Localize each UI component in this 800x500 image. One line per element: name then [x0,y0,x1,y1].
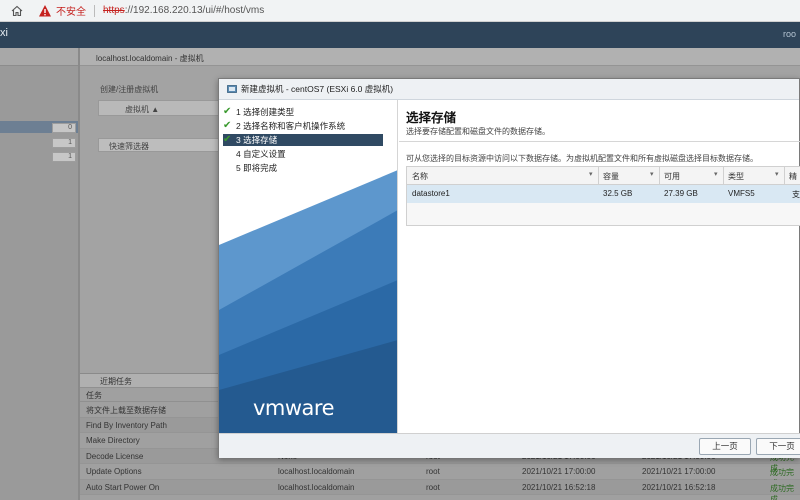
nav-count-badge: 0 [52,123,76,133]
column-type[interactable]: 类型 [728,171,744,182]
sort-chevron-icon[interactable]: ▾ [589,170,593,178]
wizard-step[interactable]: ✔ 1 选择创建类型 [223,106,383,118]
check-icon: ✔ [223,120,232,131]
datastore-type: VMFS5 [728,189,755,198]
column-divider [598,167,599,185]
wizard-step-label: 4 自定义设置 [236,149,286,159]
task-name: Make Directory [86,436,140,445]
task-start-time: 2021/10/21 17:00:00 [642,467,716,476]
wizard-step-label: 2 选择名称和客户机操作系统 [236,121,346,131]
nav-count-badge: 1 [52,152,76,162]
sort-chevron-icon[interactable]: ▾ [775,170,779,178]
column-thin[interactable]: 精 [789,171,797,182]
wizard-content: 选择存储 选择要存储配置和磁盘文件的数据存储。 可从您选择的目标资源中访问以下数… [399,100,800,433]
user-menu[interactable]: roo [783,29,796,39]
task-target: localhost.localdomain [278,467,355,476]
url-scheme: https [103,5,125,16]
task-name: 将文件上载至数据存储 [86,406,166,415]
divider [399,141,800,142]
column-divider [659,167,660,185]
url-text[interactable]: https://192.168.220.13/ui/#/host/vms [103,5,264,16]
datastore-row[interactable]: datastore1 32.5 GB 27.39 GB VMFS5 支 [407,185,800,203]
navigator-header [0,48,78,66]
task-target: localhost.localdomain [278,482,355,492]
datastore-extra: 支 [792,190,800,199]
column-name[interactable]: 名称 [412,171,428,182]
divider [94,4,95,17]
wizard-step-label: 1 选择创建类型 [236,107,295,117]
vmware-logo: vmware [253,396,335,420]
task-result: 成功完成 [770,483,794,500]
task-name: Decode License [86,451,144,461]
vm-column-label: 虚拟机 ▲ [125,105,160,114]
task-name: Auto Start Power On [86,482,160,492]
step-description: 可从您选择的目标资源中访问以下数据存储。为虚拟机配置文件和所有虚拟磁盘选择目标数… [406,154,758,163]
navigator-pane: 0 1 1 [0,48,78,500]
step-subheading: 选择要存储配置和磁盘文件的数据存储。 [406,127,550,136]
wizard-step[interactable]: ✔ 3 选择存储 [223,134,383,146]
back-button[interactable]: 上一页 [699,438,751,455]
column-capacity[interactable]: 容量 [603,171,619,182]
quick-filter-placeholder: 快速筛选器 [109,142,149,151]
vm-icon [227,85,237,93]
datastore-name: datastore1 [412,189,450,198]
datastore-capacity: 32.5 GB [603,189,633,198]
home-icon[interactable] [10,4,24,18]
create-vm-button[interactable]: 创建/注册虚拟机 [100,84,158,95]
column-divider [784,167,785,185]
task-queued-time: 2021/10/21 17:00:00 [522,467,596,476]
next-button[interactable]: 下一页 [756,438,800,455]
wizard-step[interactable]: 4 自定义设置 [223,148,383,160]
task-queued-time: 2021/10/21 16:52:18 [522,482,596,492]
datastore-grid-header: 名称 ▾ 容量 ▾ 可用 ▾ 类型 ▾ 精 [407,167,800,185]
check-icon: ✔ [223,134,232,145]
create-vm-label: 创建/注册虚拟机 [100,85,159,94]
esxi-header: xi roo [0,22,800,48]
url-path: ://192.168.220.13/ui/#/host/vms [124,5,265,16]
column-free[interactable]: 可用 [664,171,680,182]
wizard-step-label: 5 即将完成 [236,163,278,173]
dialog-footer: 上一页 下一页 [219,433,800,458]
dialog-header: 新建虚拟机 - centOS7 (ESXi 6.0 虚拟机) [219,79,799,100]
wizard-step-label: 3 选择存储 [236,135,278,145]
task-initiator: root [426,482,440,492]
datastore-grid: 名称 ▾ 容量 ▾ 可用 ▾ 类型 ▾ 精 datastore1 32.5 GB… [406,166,800,226]
datastore-free: 27.39 GB [664,189,698,198]
esxi-brand: xi [0,27,8,39]
task-start-time: 2021/10/21 16:52:18 [642,482,716,492]
dialog-title: 新建虚拟机 - centOS7 (ESXi 6.0 虚拟机) [241,84,394,94]
browser-toolbar: 不安全 https://192.168.220.13/ui/#/host/vms [0,0,800,22]
task-name: Find By Inventory Path [86,420,167,430]
wizard-step[interactable]: ✔ 2 选择名称和客户机操作系统 [223,120,383,132]
table-row[interactable]: Update Options localhost.localdomain root 2… [80,464,800,488]
address-bar[interactable]: 不安全 https://192.168.220.13/ui/#/host/vms [38,1,264,21]
new-vm-wizard-dialog: 新建虚拟机 - centOS7 (ESXi 6.0 虚拟机) ✔ 1 选择创建类型… [218,78,800,458]
table-row[interactable]: Auto Start Power On localhost.localdomain… [80,479,800,500]
warning-icon [39,4,51,16]
panel-title: localhost.localdomain - 虚拟机 [80,48,800,66]
datastore-grid-empty [407,203,800,225]
task-initiator: root [426,467,440,476]
wizard-step[interactable]: 5 即将完成 [223,162,383,174]
nav-count-badge: 1 [52,138,76,148]
step-heading: 选择存储 [406,111,457,125]
check-icon: ✔ [223,106,232,117]
column-divider [723,167,724,185]
wizard-steps-panel: ✔ 1 选择创建类型 ✔ 2 选择名称和客户机操作系统 ✔ 3 选择存储 4 自定义设置 5 … [219,100,398,433]
insecure-label[interactable]: 不安全 [56,3,86,18]
sort-chevron-icon[interactable]: ▾ [650,170,654,178]
sort-chevron-icon[interactable]: ▾ [714,170,718,178]
task-name: Update Options [86,467,142,476]
